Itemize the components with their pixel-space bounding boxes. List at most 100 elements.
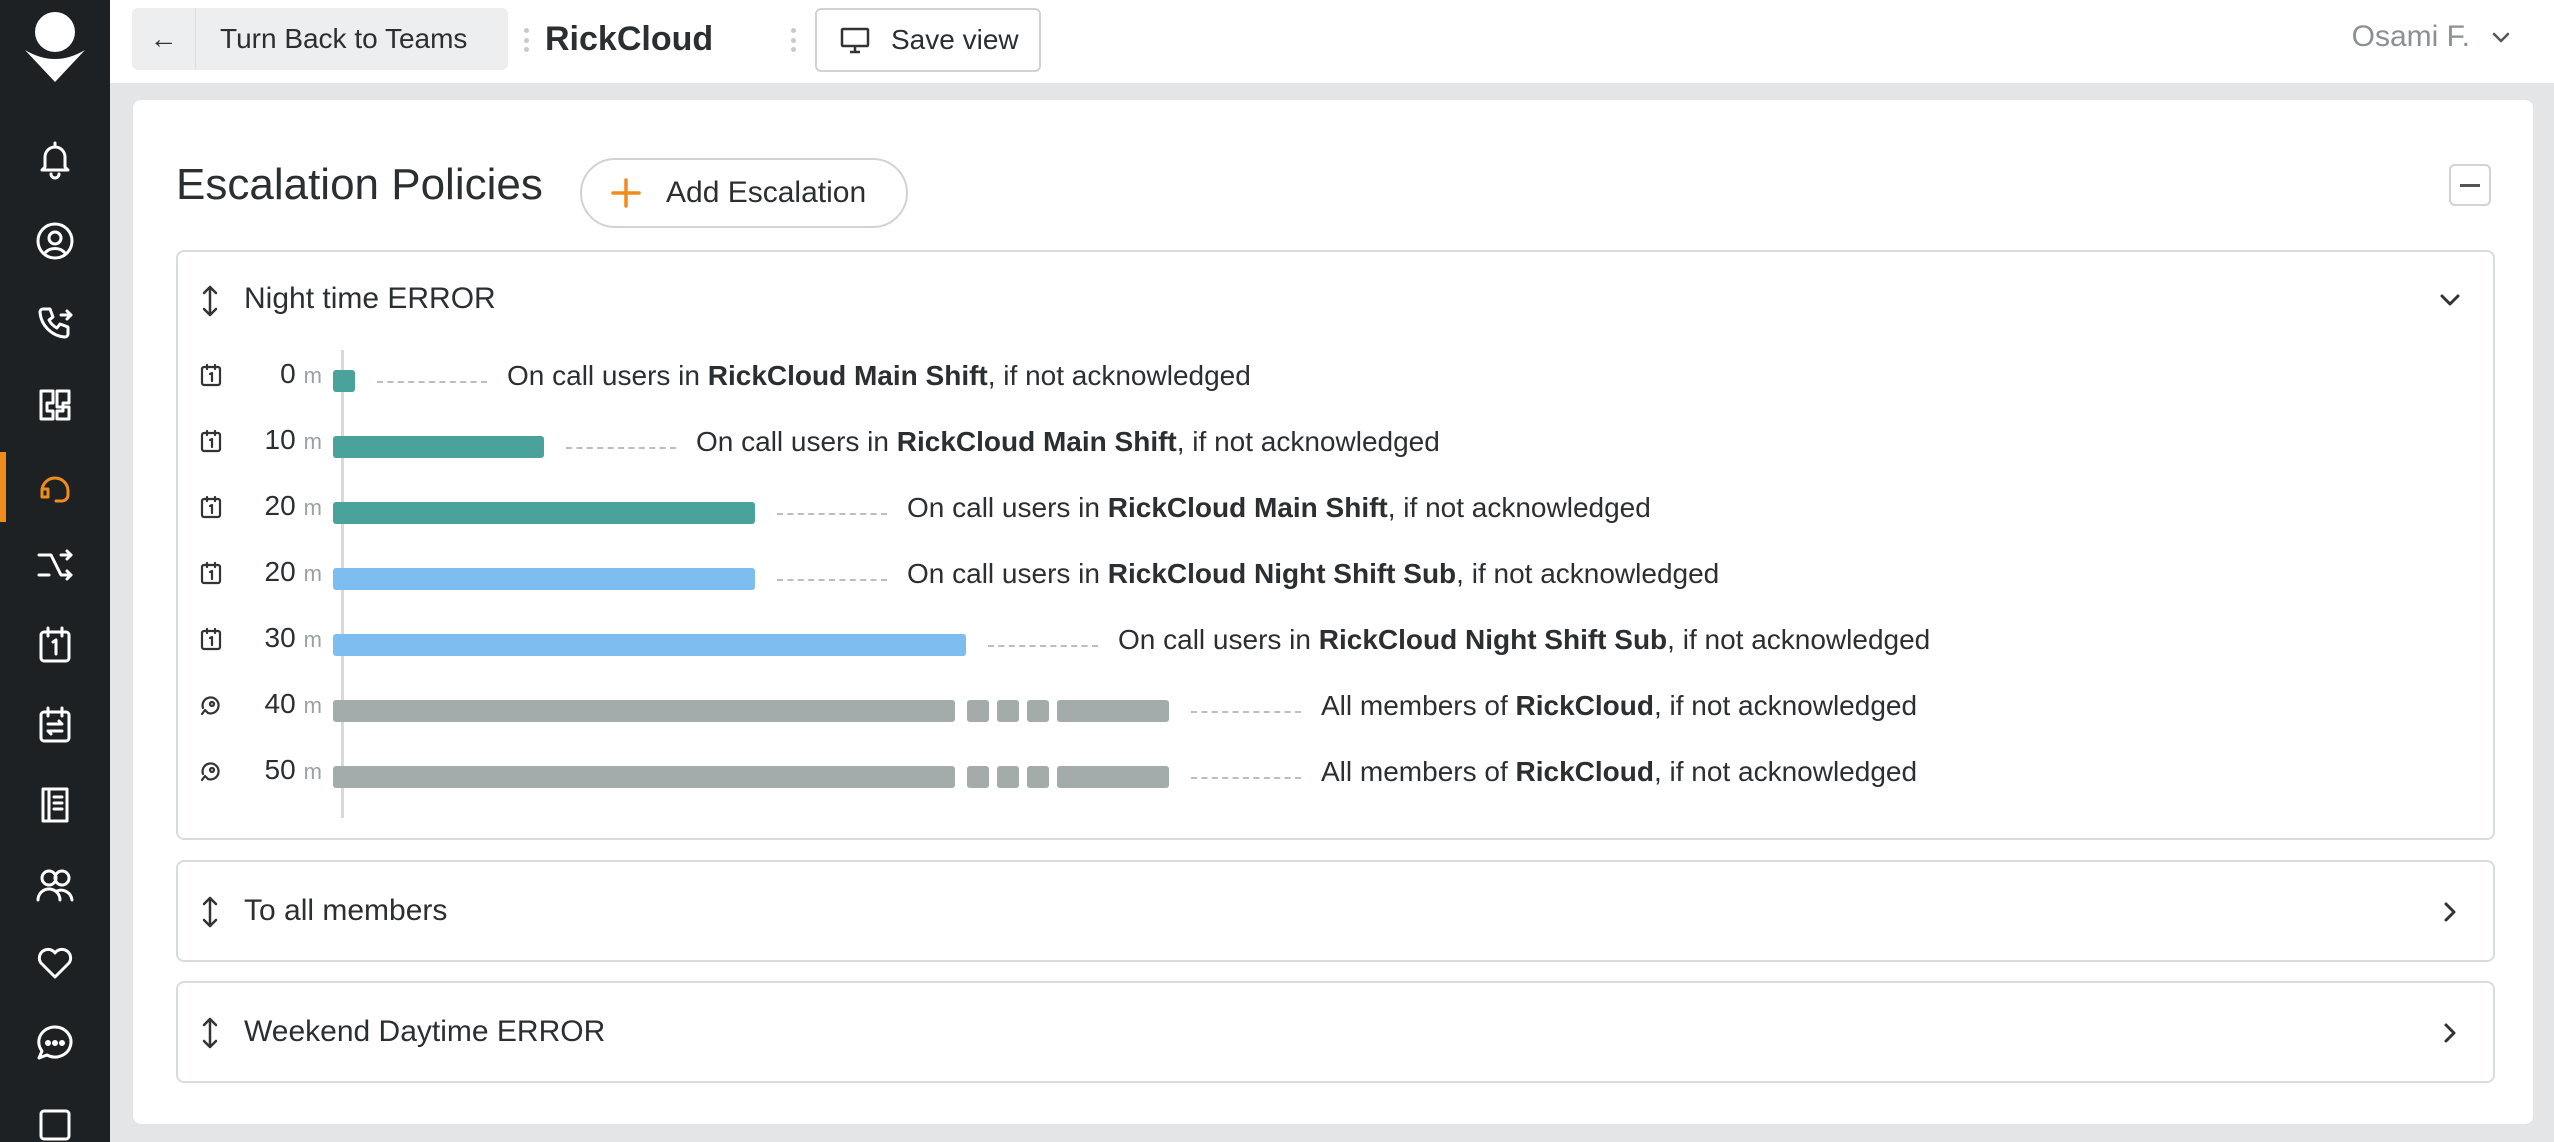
chevron-down-icon	[2492, 32, 2510, 43]
step-delay-unit: m	[303, 759, 322, 784]
step-duration-bar	[333, 700, 955, 722]
heart-icon	[37, 947, 73, 979]
sidebar-item-integrations[interactable]	[0, 370, 110, 440]
step-duration-bar	[333, 766, 955, 788]
step-delay-unit: m	[303, 363, 322, 388]
logo-icon[interactable]	[21, 10, 89, 84]
save-view-button[interactable]: Save view	[815, 8, 1041, 72]
chevron-right-icon[interactable]	[2435, 897, 2465, 927]
step-target[interactable]: RickCloud Main Shift	[1108, 492, 1388, 523]
sidebar-item-runbooks[interactable]	[0, 770, 110, 840]
calendar-icon	[200, 495, 222, 519]
step-delay-unit: m	[303, 561, 322, 586]
sidebar-item-escalations[interactable]	[0, 452, 110, 522]
sidebar-item-teams[interactable]	[0, 850, 110, 920]
phone-forward-icon	[38, 307, 73, 339]
calendar-icon	[200, 429, 222, 453]
step-suffix: , if not acknowledged	[1653, 756, 1918, 787]
step-duration-bar	[333, 436, 544, 458]
policy-name: Night time ERROR	[244, 282, 496, 315]
step-prefix: On call users in	[1118, 624, 1319, 655]
step-delay-value: 30	[264, 622, 296, 653]
sidebar	[0, 0, 110, 1142]
step-prefix: On call users in	[907, 492, 1108, 523]
user-circle-icon	[36, 222, 74, 260]
calendar-icon	[200, 561, 222, 585]
save-view-label: Save view	[891, 24, 1019, 55]
step-connector	[777, 579, 887, 581]
sidebar-item-phone[interactable]	[0, 288, 110, 358]
step-target[interactable]: RickCloud	[1516, 756, 1654, 787]
step-duration-bar	[1057, 766, 1169, 788]
step-target[interactable]: RickCloud Main Shift	[897, 426, 1177, 457]
policy-night-time-error: Night time ERROR 0 m On call users in Rick…	[176, 250, 2495, 840]
divider-dots	[790, 28, 796, 52]
step-delay: 40 m	[238, 688, 322, 720]
policy-weekend-daytime-error[interactable]: Weekend Daytime ERROR	[176, 981, 2495, 1083]
step-description: On call users in RickCloud Night Shift S…	[1118, 624, 1930, 656]
add-escalation-label: Add Escalation	[666, 176, 867, 209]
step-delay-value: 40	[264, 688, 296, 719]
chevron-right-icon[interactable]	[2435, 1018, 2465, 1048]
drag-handle-icon[interactable]	[198, 1016, 222, 1050]
sidebar-item-users[interactable]	[0, 206, 110, 276]
step-delay: 50 m	[238, 754, 322, 786]
step-duration-bar	[333, 568, 755, 590]
step-duration-bar	[333, 634, 966, 656]
collapse-section-button[interactable]	[2449, 164, 2491, 206]
sidebar-item-stats[interactable]	[0, 1090, 110, 1142]
step-delay-value: 20	[264, 556, 296, 587]
step-suffix: , if not acknowledged	[1653, 690, 1918, 721]
step-connector	[777, 513, 887, 515]
step-delay: 0m	[238, 358, 322, 390]
step-prefix: All members of	[1321, 690, 1516, 721]
step-duration-bar	[967, 700, 989, 722]
step-duration-bar	[333, 370, 355, 392]
back-to-teams-label: Turn Back to Teams	[220, 23, 468, 54]
section-title: Escalation Policies	[176, 160, 543, 209]
step-connector	[988, 645, 1098, 647]
sidebar-item-schedules[interactable]	[0, 610, 110, 680]
step-description: On call users in RickCloud Main Shift, i…	[907, 492, 1651, 524]
step-suffix: , if not acknowledged	[1667, 624, 1931, 655]
step-description: All members of RickCloud, if not acknowl…	[1321, 690, 1917, 722]
step-delay-value: 0	[280, 358, 296, 389]
drag-handle-icon[interactable]	[198, 284, 222, 318]
back-to-teams-button[interactable]: ← Turn Back to Teams	[132, 8, 508, 70]
sidebar-item-alerts[interactable]	[0, 124, 110, 194]
chevron-down-icon[interactable]	[2435, 285, 2465, 315]
policy-name: Weekend Daytime ERROR	[244, 1015, 606, 1048]
sidebar-item-health[interactable]	[0, 928, 110, 998]
step-connector	[1191, 711, 1301, 713]
integrations-icon	[39, 389, 71, 421]
step-prefix: On call users in	[696, 426, 897, 457]
team-title: RickCloud	[545, 20, 714, 58]
step-duration-bar	[1057, 700, 1169, 722]
policy-header[interactable]: Night time ERROR	[178, 252, 2493, 348]
drag-handle-icon[interactable]	[198, 895, 222, 929]
add-escalation-button[interactable]: Add Escalation	[580, 158, 908, 228]
calendar-icon	[200, 627, 222, 651]
step-delay-value: 10	[264, 424, 296, 455]
bell-icon	[40, 141, 70, 180]
sidebar-item-chat[interactable]	[0, 1008, 110, 1078]
step-delay-unit: m	[303, 627, 322, 652]
user-menu[interactable]: Osami F.	[2352, 20, 2514, 54]
step-target[interactable]: RickCloud Main Shift	[708, 360, 988, 391]
policy-name: To all members	[244, 894, 448, 927]
rotation-icon	[39, 706, 71, 743]
step-target[interactable]: RickCloud	[1516, 690, 1654, 721]
sidebar-item-routing[interactable]	[0, 530, 110, 600]
sidebar-item-rotations[interactable]	[0, 690, 110, 760]
step-delay: 20 m	[238, 490, 322, 522]
calendar-icon	[39, 626, 71, 663]
stats-icon	[39, 1109, 71, 1141]
user-name: Osami F.	[2351, 20, 2470, 53]
top-bar: ← Turn Back to Teams RickCloud Save view…	[110, 0, 2554, 84]
step-connector	[377, 381, 487, 383]
team-icon	[36, 869, 74, 902]
step-target[interactable]: RickCloud Night Shift Sub	[1319, 624, 1667, 655]
policy-to-all-members[interactable]: To all members	[176, 860, 2495, 962]
step-target[interactable]: RickCloud Night Shift Sub	[1108, 558, 1456, 589]
step-connector	[566, 447, 676, 449]
